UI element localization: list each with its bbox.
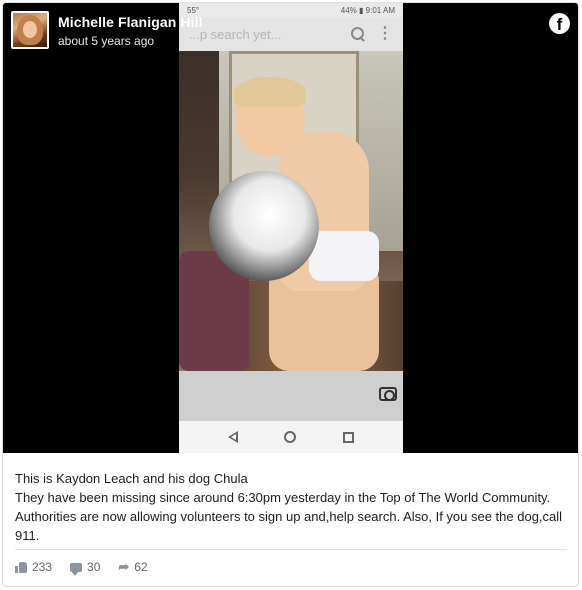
phone-search-bar: ...p search yet... ⋮ [179, 17, 403, 51]
facebook-icon[interactable]: f [549, 13, 570, 34]
photo-boy-with-dog [179, 51, 403, 371]
nav-recent-icon [342, 431, 354, 443]
likes-stat[interactable]: 233 [15, 560, 52, 574]
caption-line-1: This is Kaydon Leach and his dog Chula [15, 471, 248, 486]
phone-nav-bar [179, 421, 403, 453]
caption-line-2: They have been missing since around 6:30… [15, 490, 563, 543]
video-player[interactable]: Michelle Flanigan Hill about 5 years ago… [3, 3, 578, 453]
photo-diaper [309, 231, 379, 281]
nav-back-icon [228, 431, 239, 443]
nav-home-icon [284, 431, 297, 443]
photo-kid-hair [234, 77, 306, 107]
phone-screenshot: 55° 44% ▮ 9:01 AM ...p search yet... ⋮ [179, 3, 403, 453]
shares-stat[interactable]: ➦ 62 [118, 560, 147, 574]
status-right: 44% ▮ 9:01 AM [340, 5, 395, 15]
comments-count: 30 [87, 560, 101, 574]
comment-icon [70, 562, 83, 576]
avatar-face [23, 21, 37, 38]
comments-stat[interactable]: 30 [70, 560, 101, 576]
camera-icon [379, 387, 397, 401]
avatar[interactable] [11, 11, 49, 49]
divider [15, 549, 567, 550]
likes-count: 233 [32, 560, 53, 574]
search-icon [351, 27, 365, 41]
shares-count: 62 [134, 560, 148, 574]
search-ghost-text: ...p search yet... [189, 26, 282, 42]
engagement-stats: 233 30 ➦ 62 [15, 560, 166, 576]
phone-camera-bar [179, 371, 403, 421]
like-icon [15, 561, 27, 573]
photo-dog [209, 171, 319, 281]
facebook-post-embed: Michelle Flanigan Hill about 5 years ago… [2, 2, 579, 587]
more-icon: ⋮ [377, 25, 393, 42]
post-caption: This is Kaydon Leach and his dog Chula T… [15, 469, 567, 545]
author-block: Michelle Flanigan Hill about 5 years ago [58, 14, 203, 48]
phone-status-bar: 55° 44% ▮ 9:01 AM [179, 3, 403, 17]
share-icon: ➦ [118, 559, 130, 574]
post-header: Michelle Flanigan Hill about 5 years ago [11, 11, 203, 49]
post-timestamp[interactable]: about 5 years ago [58, 34, 203, 48]
author-name[interactable]: Michelle Flanigan Hill [58, 14, 203, 30]
